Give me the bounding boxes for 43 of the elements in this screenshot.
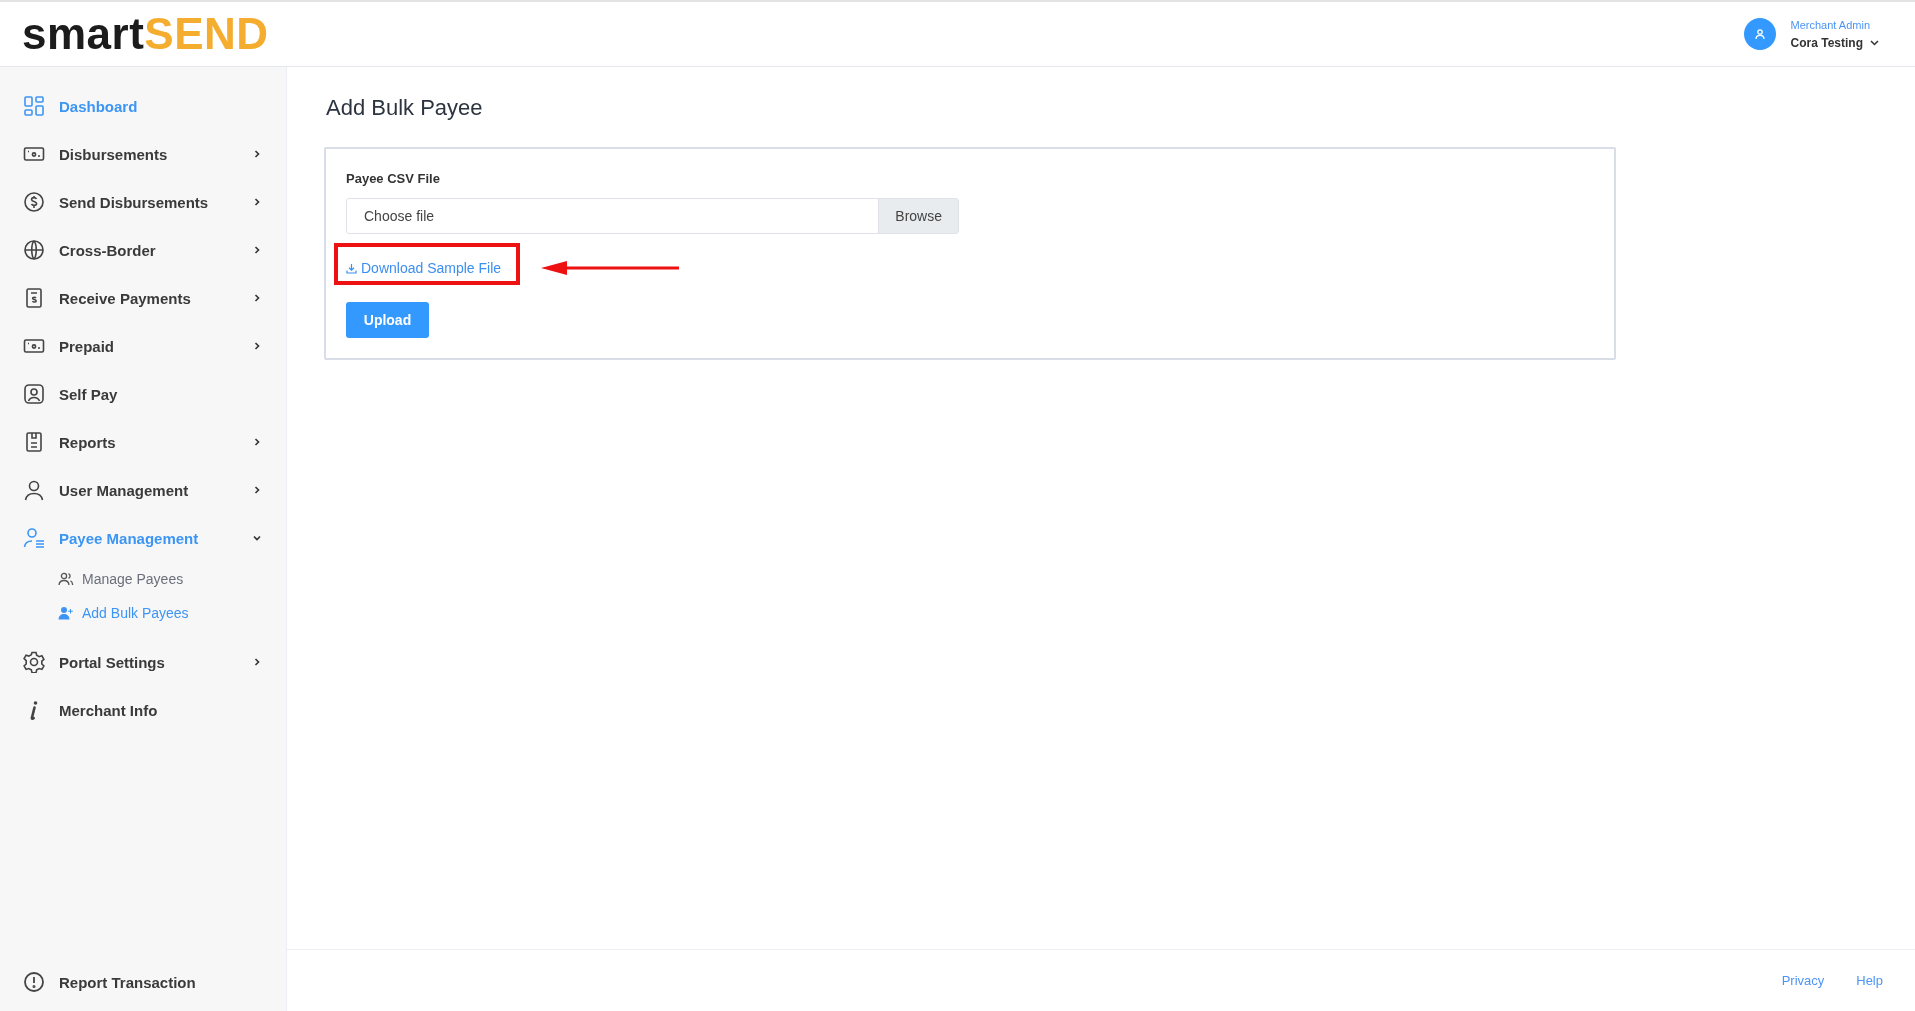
nav-item[interactable]: Report Transaction <box>0 958 286 1006</box>
chevron-right-icon <box>252 245 262 255</box>
nav-item[interactable]: Disbursements <box>0 130 286 178</box>
field-label: Payee CSV File <box>346 171 440 186</box>
nav-item[interactable]: Prepaid <box>0 322 286 370</box>
chevron-right-icon <box>252 149 262 159</box>
nav-item[interactable]: Reports <box>0 418 286 466</box>
nav-item[interactable]: Merchant Info <box>0 686 286 734</box>
user-name[interactable]: Cora Testing <box>1790 35 1863 50</box>
chevron-right-icon <box>252 293 262 303</box>
receipt-icon <box>23 287 45 309</box>
chevron-right-icon <box>252 437 262 447</box>
users-icon <box>58 572 74 586</box>
alert-icon <box>23 971 45 993</box>
chevron-right-icon <box>252 657 262 667</box>
download-icon <box>346 262 357 274</box>
logo: smartSEND <box>22 12 269 56</box>
globe-icon <box>23 239 45 261</box>
grid-icon <box>23 95 45 117</box>
nav-item[interactable]: Self Pay <box>0 370 286 418</box>
page-title: Add Bulk Payee <box>326 95 484 121</box>
user-plus-icon <box>58 606 74 620</box>
nav-item[interactable]: Send Disbursements <box>0 178 286 226</box>
file-input[interactable]: Choose file Browse <box>346 198 959 234</box>
nav-item[interactable]: User Management <box>0 466 286 514</box>
chevron-down-icon <box>252 533 262 543</box>
nav-item[interactable]: Portal Settings <box>0 638 286 686</box>
chevron-right-icon <box>252 341 262 351</box>
avatar-icon[interactable] <box>1743 18 1776 50</box>
clipboard-icon <box>23 431 45 453</box>
user-badge-icon <box>23 383 45 405</box>
gear-icon <box>23 651 45 673</box>
chevron-down-icon[interactable] <box>1870 39 1879 46</box>
chevron-right-icon <box>252 197 262 207</box>
nav-item[interactable]: Cross-Border <box>0 226 286 274</box>
user-list-icon <box>23 527 45 549</box>
user-icon <box>23 479 45 501</box>
chevron-right-icon <box>252 485 262 495</box>
dollar-coin-icon <box>23 191 45 213</box>
submenu-item[interactable]: Manage Payees <box>58 562 286 596</box>
user-role: Merchant Admin <box>1790 18 1872 31</box>
browse-button[interactable]: Browse <box>878 199 958 233</box>
nav-item[interactable]: Receive Payments <box>0 274 286 322</box>
